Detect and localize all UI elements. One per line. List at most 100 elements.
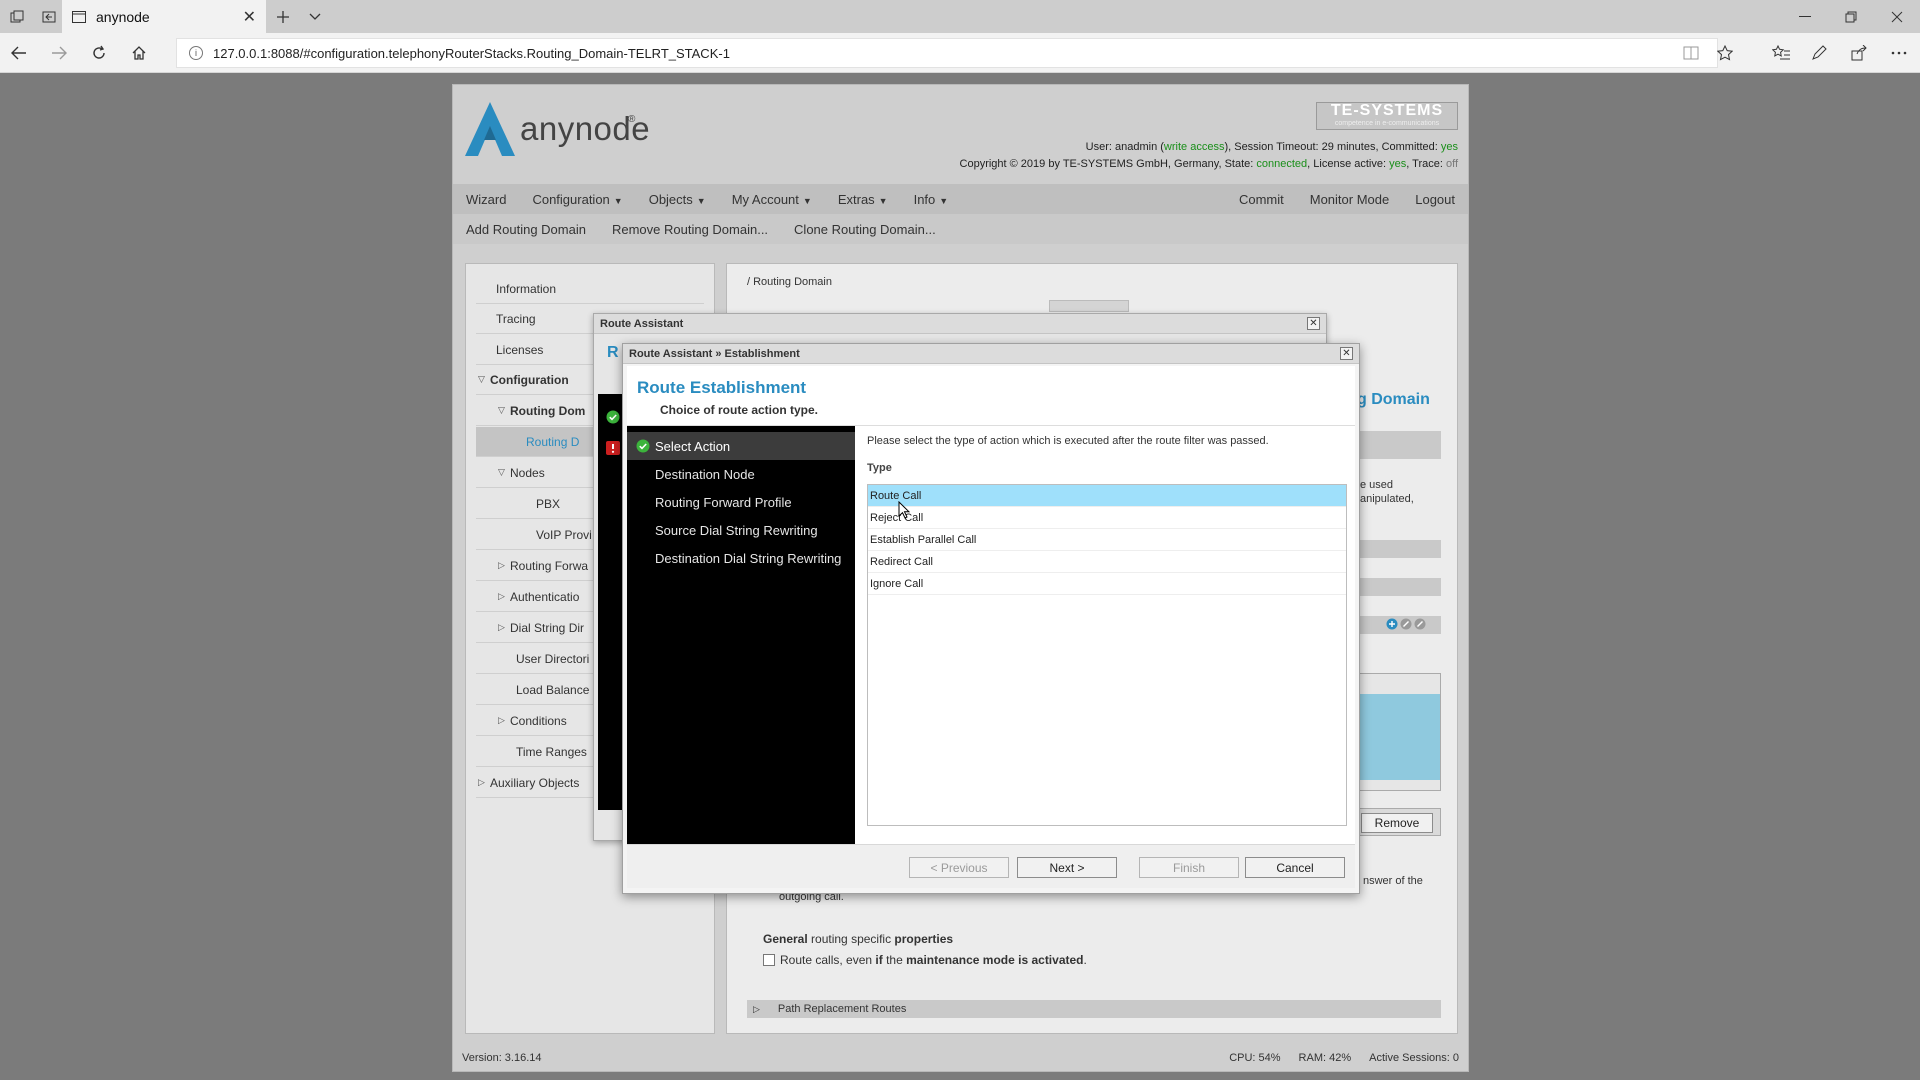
type-option-establish-parallel-call[interactable]: Establish Parallel Call [868, 529, 1346, 551]
menu-commit[interactable]: Commit [1226, 192, 1297, 207]
step-select-action[interactable]: Select Action [627, 432, 855, 460]
panel-heading: g Domain [1357, 391, 1430, 408]
main-menu: Wizard Configuration ▼ Objects ▼ My Accoun… [453, 184, 1468, 214]
copyright-info: Copyright © 2019 by TE-SYSTEMS GmbH, Ger… [959, 158, 1458, 170]
step-destination-dial-string-rewriting[interactable]: Destination Dial String Rewriting [627, 544, 855, 572]
new-tab-icon[interactable] [266, 0, 300, 33]
caret-down-icon: ▼ [802, 195, 812, 206]
ram-usage: RAM: 42% [1298, 1051, 1352, 1064]
menu-configuration[interactable]: Configuration ▼ [519, 192, 635, 207]
route-list[interactable] [1357, 673, 1441, 791]
menu-wizard[interactable]: Wizard [453, 192, 519, 207]
forward-icon[interactable] [40, 33, 78, 73]
refresh-icon[interactable] [80, 33, 118, 73]
type-label: Type [867, 462, 892, 474]
instruction-text: Please select the type of action which i… [867, 435, 1269, 447]
share-icon[interactable] [1840, 33, 1878, 73]
breadcrumb: / Routing Domain [747, 276, 832, 288]
step-source-dial-string-rewriting[interactable]: Source Dial String Rewriting [627, 516, 855, 544]
dialog-subheading: Choice of route action type. [660, 403, 819, 417]
add-route-icon[interactable] [1386, 618, 1398, 630]
registered-mark: ® [628, 114, 636, 125]
url-text: 127.0.0.1:8088/#configuration.telephonyR… [213, 45, 730, 61]
remove-routing-domain-button[interactable]: Remove Routing Domain... [599, 222, 781, 237]
step-error-icon [606, 441, 620, 455]
type-option-route-call[interactable]: Route Call [868, 485, 1346, 507]
more-options-icon[interactable] [1880, 33, 1918, 73]
panel-description: e used anipulated, [1360, 479, 1414, 505]
menu-monitor-mode[interactable]: Monitor Mode [1297, 192, 1402, 207]
finish-button[interactable]: Finish [1139, 857, 1239, 878]
url-field[interactable]: i 127.0.0.1:8088/#configuration.telephon… [176, 38, 1718, 68]
license-value: yes [1389, 158, 1407, 170]
step-content: Please select the type of action which i… [855, 426, 1355, 844]
collapsed-triangle-icon: ▷ [498, 591, 505, 601]
add-routing-domain-button[interactable]: Add Routing Domain [453, 222, 599, 237]
reading-view-icon[interactable] [1672, 33, 1710, 73]
general-properties-heading: General routing specific properties [763, 932, 954, 946]
close-icon[interactable]: ✕ [1307, 317, 1320, 330]
tab-list-chevron-icon[interactable] [298, 0, 332, 33]
tab-title: anynode [96, 8, 150, 25]
maintenance-mode-label: Route calls, even if the maintenance mod… [780, 953, 1087, 967]
collapsed-triangle-icon: ▷ [498, 622, 505, 632]
menu-logout[interactable]: Logout [1402, 192, 1468, 207]
route-list-selected-row[interactable] [1358, 694, 1440, 780]
version-text: Version: 3.16.14 [462, 1051, 542, 1064]
brand-logo: TE-SYSTEMS competence in e-communication… [1316, 102, 1458, 130]
next-button[interactable]: Next > [1017, 857, 1117, 878]
edit-route-icon[interactable] [1400, 618, 1412, 630]
minimize-icon[interactable] [1788, 0, 1822, 33]
type-option-redirect-call[interactable]: Redirect Call [868, 551, 1346, 573]
caret-down-icon: ▼ [878, 195, 888, 206]
dialog-heading: Route Establishment [637, 378, 807, 397]
action-type-list[interactable]: Route Call Reject Call Establish Paralle… [867, 484, 1347, 826]
collapsed-triangle-icon: ▷ [753, 1003, 760, 1014]
menu-info[interactable]: Info ▼ [901, 192, 962, 207]
close-tab-icon[interactable]: ✕ [243, 7, 256, 27]
status-bar: Version: 3.16.14 CPU: 54% RAM: 42% Activ… [453, 1044, 1468, 1071]
page-icon [72, 10, 86, 23]
menu-objects[interactable]: Objects ▼ [636, 192, 719, 207]
back-icon[interactable] [0, 33, 38, 73]
type-option-reject-call[interactable]: Reject Call [868, 507, 1346, 529]
wizard-steps: Select Action Destination Node Routing F… [627, 426, 855, 844]
session-info: User: anadmin (write access), Session Ti… [1085, 141, 1458, 153]
mouse-cursor-icon [898, 501, 910, 519]
type-option-ignore-call[interactable]: Ignore Call [868, 573, 1346, 595]
panel-tab[interactable] [1049, 300, 1129, 312]
panel-section-bar [1357, 431, 1441, 459]
caret-down-icon: ▼ [613, 195, 623, 206]
menu-my-account[interactable]: My Account ▼ [719, 192, 825, 207]
step-routing-forward-profile[interactable]: Routing Forward Profile [627, 488, 855, 516]
answer-text: nswer of the [1363, 875, 1423, 887]
outer-dialog-heading: R [607, 344, 619, 361]
step-destination-node[interactable]: Destination Node [627, 460, 855, 488]
cancel-button[interactable]: Cancel [1245, 857, 1345, 878]
tab-actions-icon[interactable] [0, 0, 34, 33]
site-info-icon[interactable]: i [189, 46, 203, 60]
path-replacement-routes-section[interactable]: ▷ Path Replacement Routes [747, 1000, 1441, 1018]
clone-routing-domain-button[interactable]: Clone Routing Domain... [781, 222, 949, 237]
state-value: connected [1256, 158, 1308, 170]
dialog-titlebar: Route Assistant ✕ [594, 314, 1326, 334]
nav-information[interactable]: Information [476, 274, 704, 304]
collapsed-triangle-icon: ▷ [498, 560, 505, 570]
notes-pen-icon[interactable] [1800, 33, 1838, 73]
restore-icon[interactable] [1834, 0, 1868, 33]
menu-extras[interactable]: Extras ▼ [825, 192, 901, 207]
close-icon[interactable]: ✕ [1340, 347, 1353, 360]
remove-route-button[interactable]: Remove [1361, 813, 1433, 833]
set-aside-tabs-icon[interactable] [32, 0, 66, 33]
favorites-list-icon[interactable] [1762, 33, 1800, 73]
expanded-triangle-icon: ▽ [478, 374, 485, 384]
expanded-triangle-icon: ▽ [498, 467, 505, 477]
previous-button[interactable]: < Previous [909, 857, 1009, 878]
step-complete-icon [606, 410, 620, 424]
close-window-icon[interactable] [1880, 0, 1914, 33]
delete-route-icon[interactable] [1414, 618, 1426, 630]
maintenance-mode-checkbox[interactable] [763, 954, 775, 966]
favorite-star-icon[interactable] [1706, 33, 1744, 73]
browser-tab[interactable]: anynode ✕ [62, 0, 266, 33]
home-icon[interactable] [120, 33, 158, 73]
